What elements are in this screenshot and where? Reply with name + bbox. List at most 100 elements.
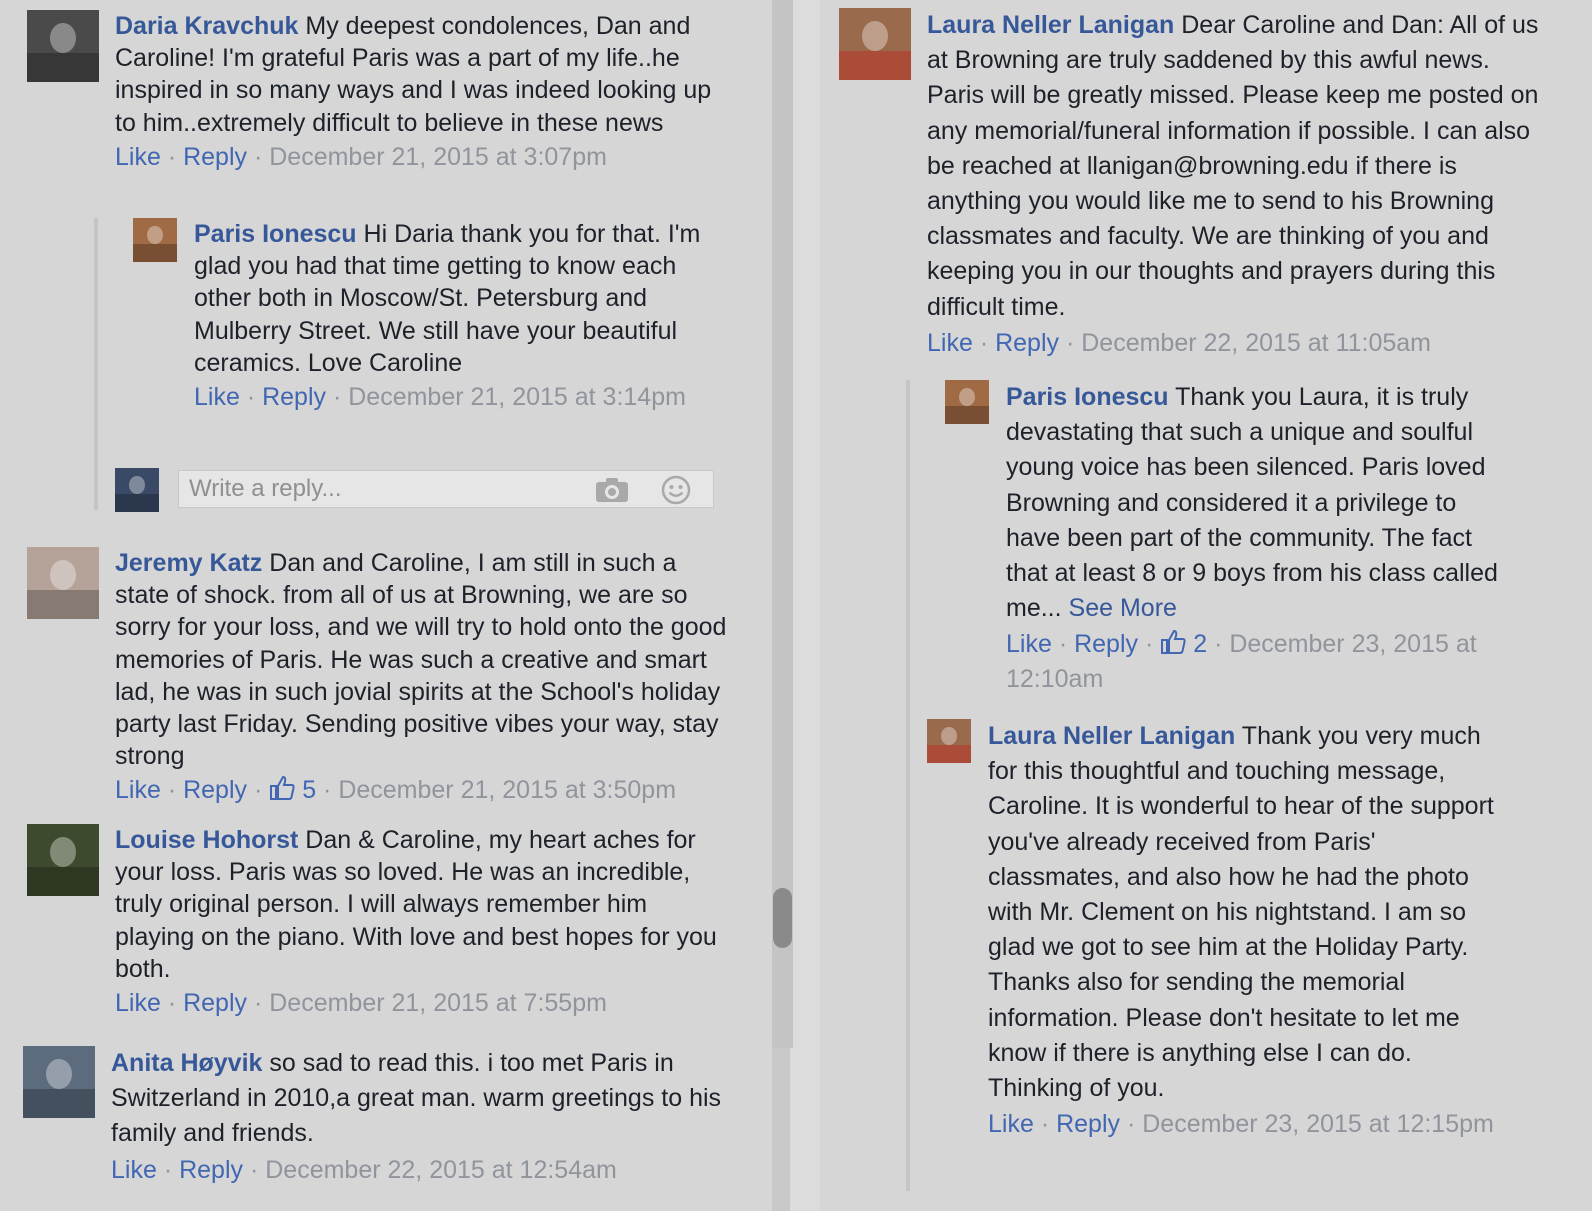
left-comment-panel: Daria Kravchuk My deepest condolences, D… (0, 0, 772, 1211)
timestamp[interactable]: December 21, 2015 at 7:55pm (269, 989, 607, 1017)
avatar[interactable] (27, 824, 99, 896)
comment-author[interactable]: Louise Hohorst (115, 826, 298, 854)
comment-daria-kravchuk: Daria Kravchuk My deepest condolences, D… (27, 10, 747, 210)
reply-link[interactable]: Reply (183, 989, 247, 1017)
avatar[interactable] (27, 547, 99, 619)
like-count[interactable]: 2 (1160, 630, 1207, 658)
comment-jeremy-katz: Jeremy Katz Dan and Caroline, I am still… (27, 547, 747, 812)
reply-link[interactable]: Reply (1056, 1110, 1120, 1138)
reply-link[interactable]: Reply (262, 383, 326, 411)
comment-actions: Like · Reply · 5 · December 21, 2015 at … (115, 774, 730, 809)
reply-input[interactable] (189, 473, 589, 505)
reply-link[interactable]: Reply (183, 143, 247, 171)
scrollbar-track-lower (772, 1048, 790, 1211)
avatar[interactable] (945, 380, 989, 424)
comment-body: Jeremy Katz Dan and Caroline, I am still… (115, 547, 730, 809)
timestamp[interactable]: December 21, 2015 at 3:50pm (338, 776, 676, 804)
reply-thread-line (906, 380, 910, 1191)
comment-actions: Like · Reply · December 22, 2015 at 11:0… (927, 327, 1551, 359)
separator: · (1207, 630, 1230, 659)
comment-text: Thank you very much for this thoughtful … (988, 722, 1494, 1103)
comment-actions: Like · Reply · December 23, 2015 at 12:1… (988, 1108, 1508, 1140)
like-link[interactable]: Like (115, 776, 161, 804)
reply-composer[interactable] (178, 470, 714, 508)
avatar[interactable] (133, 218, 177, 262)
like-link[interactable]: Like (194, 383, 240, 411)
comment-actions: Like · Reply · 2 · December 23, 2015 at … (1006, 628, 1511, 695)
reply-laura-neller-lanigan: Laura Neller Lanigan Thank you very much… (927, 719, 1567, 1199)
timestamp[interactable]: December 21, 2015 at 3:07pm (269, 143, 607, 171)
separator: · (972, 328, 996, 357)
reply-link[interactable]: Reply (183, 776, 247, 804)
separator: · (156, 1155, 180, 1184)
current-user-avatar (115, 468, 159, 512)
separator: · (247, 142, 270, 171)
comment-text: Dan and Caroline, I am still in such a s… (115, 549, 727, 771)
separator: · (1138, 630, 1161, 659)
see-more-link[interactable]: See More (1069, 594, 1177, 622)
comment-actions: Like · Reply · December 22, 2015 at 12:5… (111, 1154, 731, 1186)
reply-paris-ionescu: Paris Ionescu Thank you Laura, it is tru… (945, 380, 1545, 700)
comment-body: Paris Ionescu Hi Daria thank you for tha… (194, 218, 704, 413)
like-link[interactable]: Like (1006, 630, 1052, 658)
comment-body: Paris Ionescu Thank you Laura, it is tru… (1006, 380, 1511, 695)
comment-author[interactable]: Laura Neller Lanigan (988, 722, 1235, 750)
emoji-icon[interactable] (661, 475, 691, 510)
timestamp[interactable]: December 21, 2015 at 3:14pm (348, 383, 686, 411)
comment-actions: Like · Reply · December 21, 2015 at 7:55… (115, 987, 725, 1019)
like-link[interactable]: Like (988, 1110, 1034, 1138)
comment-author[interactable]: Laura Neller Lanigan (927, 11, 1174, 39)
avatar[interactable] (927, 719, 971, 763)
separator: · (247, 989, 270, 1018)
comment-actions: Like · Reply · December 21, 2015 at 3:14… (194, 381, 704, 413)
comment-author[interactable]: Paris Ionescu (194, 220, 357, 248)
comment-body: Daria Kravchuk My deepest condolences, D… (115, 10, 725, 173)
timestamp[interactable]: December 22, 2015 at 12:54am (265, 1156, 617, 1184)
scrollbar-thumb[interactable] (773, 888, 792, 948)
comment-louise-hohorst: Louise Hohorst Dan & Caroline, my heart … (27, 824, 747, 1024)
separator: · (326, 383, 349, 412)
avatar[interactable] (27, 10, 99, 82)
comment-text: Dear Caroline and Dan: All of us at Brow… (927, 11, 1539, 321)
separator: · (1059, 328, 1082, 357)
avatar[interactable] (23, 1046, 95, 1118)
camera-icon[interactable] (595, 477, 629, 508)
timestamp[interactable]: December 22, 2015 at 11:05am (1081, 329, 1431, 357)
comment-author[interactable]: Daria Kravchuk (115, 12, 298, 40)
separator: · (247, 776, 270, 805)
separator: · (239, 383, 263, 412)
comment-author[interactable]: Anita Høyvik (111, 1049, 262, 1077)
reply-link[interactable]: Reply (179, 1156, 243, 1184)
like-link[interactable]: Like (927, 329, 973, 357)
separator: · (160, 776, 184, 805)
like-link[interactable]: Like (115, 989, 161, 1017)
like-count[interactable]: 5 (269, 776, 316, 804)
comment-body: Laura Neller Lanigan Dear Caroline and D… (927, 8, 1551, 359)
like-link[interactable]: Like (111, 1156, 157, 1184)
separator: · (160, 142, 184, 171)
separator: · (316, 776, 339, 805)
separator: · (1120, 1110, 1143, 1139)
thumbs-up-icon (269, 775, 295, 809)
separator: · (160, 989, 184, 1018)
timestamp[interactable]: December 23, 2015 at 12:15pm (1142, 1110, 1494, 1138)
avatar[interactable] (839, 8, 911, 80)
like-link[interactable]: Like (115, 143, 161, 171)
thumbs-up-icon (1160, 629, 1186, 663)
reply-link[interactable]: Reply (995, 329, 1059, 357)
reply-paris-ionescu: Paris Ionescu Hi Daria thank you for tha… (133, 218, 713, 458)
comment-actions: Like · Reply · December 21, 2015 at 3:07… (115, 141, 725, 173)
reply-thread-line (94, 218, 98, 510)
reply-link[interactable]: Reply (1074, 630, 1138, 658)
separator: · (243, 1155, 266, 1184)
comment-author[interactable]: Paris Ionescu (1006, 383, 1169, 411)
right-comment-panel: Laura Neller Lanigan Dear Caroline and D… (820, 0, 1592, 1211)
comment-laura-neller-lanigan: Laura Neller Lanigan Dear Caroline and D… (839, 8, 1579, 368)
comment-body: Louise Hohorst Dan & Caroline, my heart … (115, 824, 725, 1019)
comment-text: Thank you Laura, it is truly devastating… (1006, 383, 1498, 623)
comment-body: Laura Neller Lanigan Thank you very much… (988, 719, 1508, 1140)
comment-body: Anita Høyvik so sad to read this. i too … (111, 1046, 731, 1186)
comment-anita-hoyvik: Anita Høyvik so sad to read this. i too … (23, 1046, 743, 1206)
comment-author[interactable]: Jeremy Katz (115, 549, 262, 577)
separator: · (1051, 630, 1075, 659)
